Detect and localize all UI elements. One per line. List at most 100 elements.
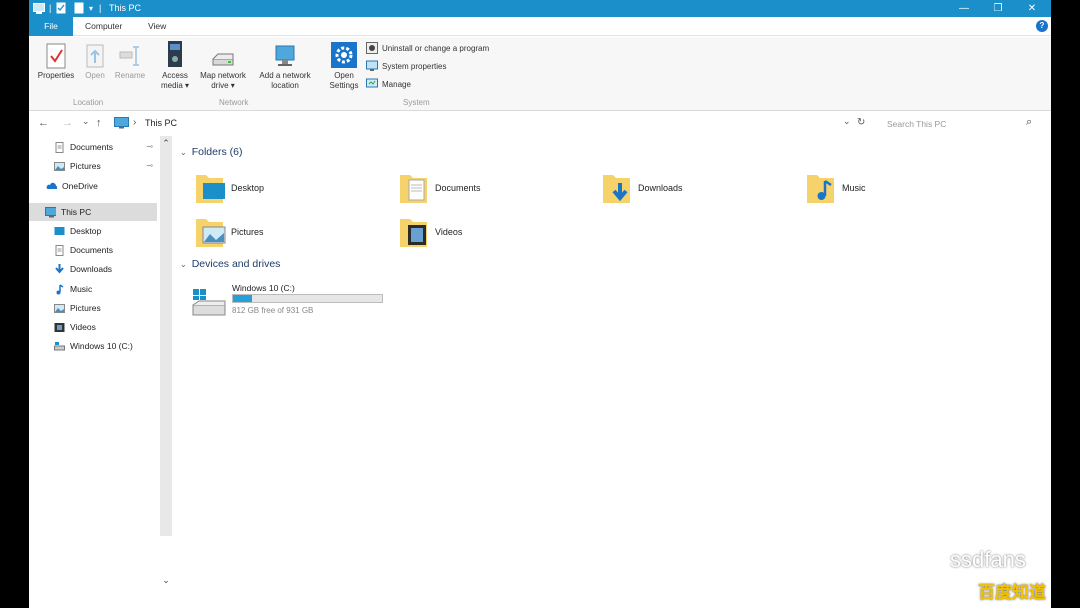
devices-section-header[interactable]: ⌄ Devices and drives — [180, 258, 280, 270]
rename-button[interactable]: Rename — [112, 39, 148, 81]
group-label-system: System — [403, 98, 430, 107]
forward-button[interactable]: → — [62, 117, 73, 129]
pictures-folder-icon — [195, 215, 227, 249]
toolbar-separator: | — [49, 3, 52, 13]
nav-documents[interactable]: Documents — [29, 241, 157, 259]
folder-documents[interactable]: Documents — [399, 168, 481, 208]
nav-quick-pictures[interactable]: Pictures ⊸ — [29, 157, 157, 175]
nav-quick-documents[interactable]: Documents ⊸ — [29, 138, 157, 156]
new-folder-quick-icon[interactable] — [74, 2, 84, 14]
folder-pictures[interactable]: Pictures — [195, 212, 264, 252]
videos-filmstrip-icon — [54, 322, 65, 333]
explorer-window: | ▾ | This PC — ❐ ✕ File Computer View ?… — [29, 0, 1051, 608]
settings-gear-icon — [326, 39, 362, 69]
windows-drive-icon — [191, 287, 227, 319]
manage-button[interactable]: Manage — [366, 77, 411, 91]
manage-icon — [366, 78, 378, 90]
folder-videos[interactable]: Videos — [399, 212, 462, 252]
drive-free-space: 812 GB free of 931 GB — [232, 306, 314, 315]
nav-onedrive[interactable]: OneDrive — [29, 177, 157, 195]
scroll-up-button[interactable]: ⌃ — [160, 138, 172, 149]
drive-name: Windows 10 (C:) — [232, 283, 295, 293]
downloads-arrow-icon — [54, 263, 65, 275]
scroll-down-button[interactable]: ⌄ — [160, 575, 172, 586]
documents-icon — [54, 141, 65, 153]
documents-folder-icon — [399, 171, 431, 205]
help-button[interactable]: ? — [1036, 20, 1048, 32]
nav-music[interactable]: Music — [29, 280, 157, 298]
open-icon — [81, 39, 109, 69]
nav-downloads[interactable]: Downloads — [29, 260, 157, 278]
tab-computer[interactable]: Computer — [85, 17, 122, 36]
drive-usage-bar — [232, 294, 383, 303]
rename-icon — [112, 39, 148, 69]
folder-music[interactable]: Music — [806, 168, 866, 208]
open-button[interactable]: Open — [81, 39, 109, 81]
desktop-folder-icon — [195, 171, 227, 205]
access-media-icon — [157, 39, 193, 69]
tab-file[interactable]: File — [29, 17, 73, 36]
pin-icon: ⊸ — [146, 142, 153, 151]
nav-windows-drive[interactable]: Windows 10 (C:) — [29, 337, 157, 355]
customize-toolbar-icon[interactable]: ▾ — [89, 2, 93, 14]
this-pc-icon — [114, 117, 129, 131]
add-network-location-button[interactable]: Add a network location — [254, 39, 316, 91]
pictures-icon — [54, 161, 65, 172]
nav-pane-scrollbar[interactable] — [160, 136, 172, 536]
folders-section-header[interactable]: ⌄ Folders (6) — [180, 146, 242, 158]
map-network-drive-icon — [194, 39, 252, 69]
system-properties-button[interactable]: System properties — [366, 59, 446, 73]
toolbar-separator: | — [99, 3, 102, 13]
uninstall-icon — [366, 42, 378, 54]
documents-icon — [54, 244, 65, 256]
navigation-pane: Documents ⊸ Pictures ⊸ OneDrive This PC … — [29, 136, 160, 608]
folder-downloads[interactable]: Downloads — [602, 168, 683, 208]
music-folder-icon — [806, 171, 838, 205]
search-icon: ⌕ — [1026, 116, 1033, 128]
refresh-button[interactable]: ↻ — [857, 117, 865, 128]
map-network-drive-button[interactable]: Map network drive ▾ — [194, 39, 252, 91]
search-input[interactable]: Search This PC — [881, 116, 1043, 133]
system-properties-icon — [366, 60, 378, 72]
downloads-folder-icon — [602, 171, 634, 205]
back-button[interactable]: ← — [38, 117, 49, 129]
ribbon-tabs: File Computer View ? — [29, 17, 1051, 36]
maximize-button[interactable]: ❐ — [981, 0, 1015, 17]
folder-desktop[interactable]: Desktop — [195, 168, 264, 208]
tab-view[interactable]: View — [148, 17, 166, 36]
minimize-button[interactable]: — — [947, 0, 981, 17]
close-button[interactable]: ✕ — [1015, 0, 1049, 17]
pin-icon: ⊸ — [146, 161, 153, 170]
title-bar[interactable]: | ▾ | This PC — ❐ ✕ — [29, 0, 1051, 17]
desktop-icon — [54, 226, 65, 237]
access-media-button[interactable]: Access media ▾ — [157, 39, 193, 91]
nav-pictures[interactable]: Pictures — [29, 299, 157, 317]
watermark-site: 百度知道 — [978, 583, 1046, 602]
hard-drive-icon — [54, 341, 65, 352]
wechat-logo-icon — [905, 550, 945, 578]
uninstall-program-button[interactable]: Uninstall or change a program — [366, 41, 489, 55]
chevron-down-icon: ⌄ — [180, 147, 187, 157]
up-button[interactable]: ↑ — [96, 117, 102, 129]
drive-windows-c[interactable]: Windows 10 (C:) 812 GB free of 931 GB — [191, 283, 391, 319]
breadcrumb-separator[interactable]: › — [133, 117, 136, 128]
address-dropdown-button[interactable]: ⌄ — [843, 116, 851, 127]
window-title: This PC — [109, 3, 142, 13]
address-bar: ← → ⌄ ↑ › This PC ⌄ ↻ Search This PC ⌕ — [29, 112, 1051, 136]
chevron-down-icon: ⌄ — [180, 259, 187, 269]
breadcrumb[interactable]: This PC — [145, 118, 177, 128]
videos-folder-icon — [399, 215, 431, 249]
recent-locations-button[interactable]: ⌄ — [82, 116, 90, 127]
explorer-app-icon[interactable] — [33, 2, 45, 14]
nav-desktop[interactable]: Desktop — [29, 222, 157, 240]
ribbon: Properties Open Rename Location Access m… — [29, 37, 1051, 111]
open-settings-button[interactable]: Open Settings — [326, 39, 362, 91]
properties-button[interactable]: Properties — [34, 39, 78, 81]
nav-this-pc[interactable]: This PC — [29, 203, 157, 221]
properties-quick-icon[interactable] — [56, 2, 66, 14]
music-note-icon — [54, 283, 65, 295]
add-network-location-icon — [254, 39, 316, 69]
nav-videos[interactable]: Videos — [29, 318, 157, 336]
drive-usage-fill — [233, 295, 253, 302]
group-label-location: Location — [73, 98, 104, 107]
